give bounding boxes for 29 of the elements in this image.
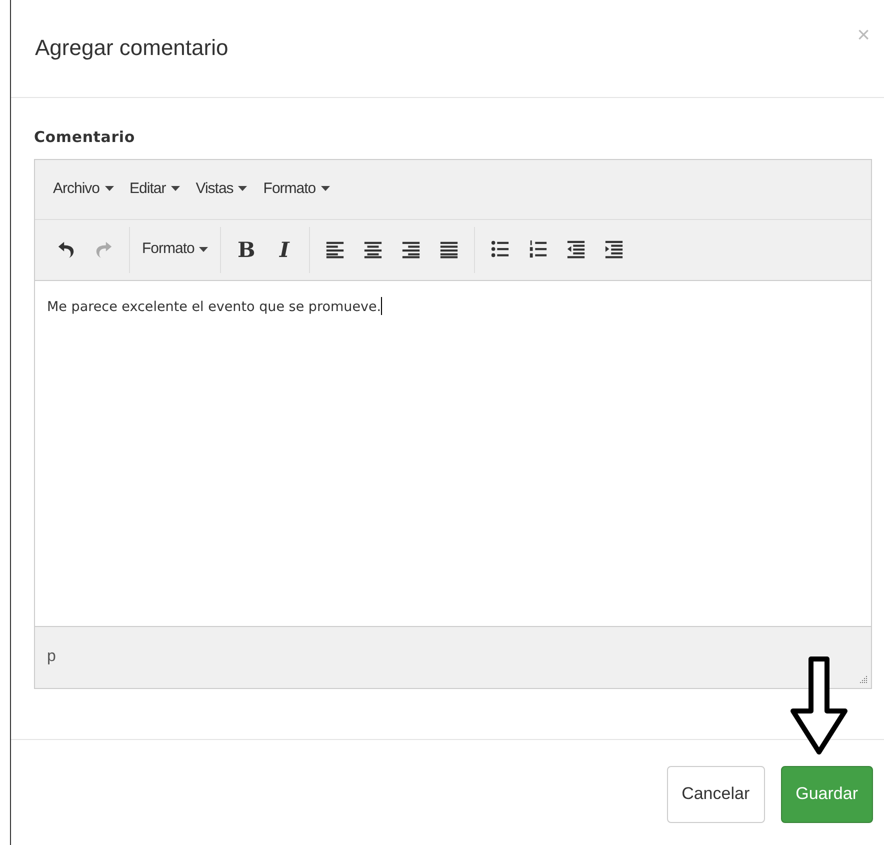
redo-icon bbox=[94, 239, 114, 260]
align-left-icon bbox=[325, 239, 346, 260]
format-dropdown[interactable]: Formato bbox=[136, 234, 214, 265]
undo-icon bbox=[56, 239, 76, 260]
cancel-button[interactable]: Cancelar bbox=[666, 766, 765, 822]
align-center-icon bbox=[363, 239, 384, 260]
indent-icon bbox=[604, 239, 624, 260]
field-label: Comentario bbox=[34, 127, 136, 148]
menu-item[interactable]: Formato bbox=[255, 174, 338, 204]
menu-item[interactable]: Vistas bbox=[188, 174, 256, 204]
text-cursor bbox=[381, 296, 382, 314]
caret-icon bbox=[170, 186, 180, 192]
body-text: Me parece excelente el evento que se promueve. bbox=[47, 298, 382, 314]
caret-icon bbox=[199, 246, 208, 252]
align-right-icon bbox=[401, 239, 422, 260]
menu-item[interactable]: Editar bbox=[122, 174, 188, 204]
bold-button[interactable]: B bbox=[227, 232, 266, 268]
outdent-icon bbox=[566, 239, 586, 260]
italic-button[interactable]: I bbox=[265, 232, 304, 268]
modal-title: Agregar comentario bbox=[35, 35, 228, 62]
element-path: p bbox=[47, 647, 56, 667]
caret-icon bbox=[104, 186, 114, 192]
menu-item[interactable]: Archivo bbox=[45, 174, 122, 204]
editor-text-area[interactable]: Me parece excelente el evento que se promueve. bbox=[35, 280, 871, 626]
caret-icon bbox=[238, 186, 248, 192]
numbered-list-icon bbox=[528, 239, 548, 260]
caret-icon bbox=[320, 186, 330, 192]
justify-icon bbox=[439, 239, 460, 260]
bullet-list-icon bbox=[490, 239, 510, 260]
